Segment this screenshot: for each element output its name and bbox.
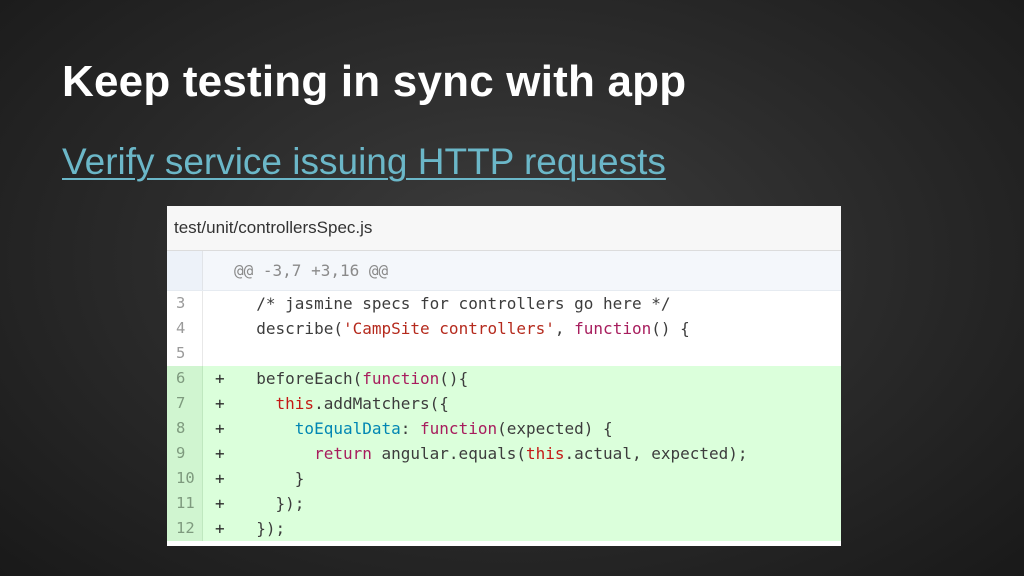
- code-text: /* jasmine specs for controllers go here…: [203, 291, 670, 316]
- line-number[interactable]: 7: [167, 391, 203, 416]
- code-token: this: [275, 394, 315, 413]
- code-token: });: [237, 519, 286, 538]
- plus-marker: +: [215, 494, 225, 513]
- code-text: describe('CampSite controllers', functio…: [203, 316, 690, 341]
- line-number[interactable]: 9: [167, 441, 203, 466]
- code-token: (expected) {: [497, 419, 613, 438]
- line-number[interactable]: 5: [167, 341, 203, 366]
- subtitle-link[interactable]: Verify service issuing HTTP requests: [62, 139, 666, 185]
- diff-context-line: 5: [167, 341, 841, 366]
- code-text: + return angular.equals(this.actual, exp…: [203, 441, 748, 466]
- plus-marker: +: [215, 444, 225, 463]
- code-text: + beforeEach(function(){: [203, 366, 468, 391]
- diff-added-line: 6 + beforeEach(function(){: [167, 366, 841, 391]
- diff-file-name[interactable]: test/unit/controllersSpec.js: [167, 206, 841, 251]
- diff-hunk-header: @@ -3,7 +3,16 @@: [234, 261, 389, 280]
- line-number[interactable]: 12: [167, 516, 203, 541]
- code-text: + });: [203, 491, 304, 516]
- diff-added-line: 12 + });: [167, 516, 841, 541]
- plus-marker: +: [215, 394, 225, 413]
- code-text: + }: [203, 466, 304, 491]
- code-token: (){: [439, 369, 469, 388]
- hunk-gutter: [167, 251, 203, 290]
- code-token: .actual, expected);: [564, 444, 748, 463]
- code-token: function: [420, 419, 498, 438]
- code-token: function: [362, 369, 440, 388]
- code-token: .addMatchers({: [314, 394, 449, 413]
- line-number[interactable]: 8: [167, 416, 203, 441]
- plus-marker: +: [215, 369, 225, 388]
- code-token: this: [525, 444, 565, 463]
- code-token: describe(: [237, 319, 343, 338]
- plus-marker: +: [215, 519, 225, 538]
- code-token: 'CampSite controllers': [342, 319, 555, 338]
- diff-added-line: 10 + }: [167, 466, 841, 491]
- code-token: angular.equals(: [371, 444, 526, 463]
- line-number[interactable]: 10: [167, 466, 203, 491]
- line-number[interactable]: 6: [167, 366, 203, 391]
- code-token: function: [574, 319, 652, 338]
- diff-code-lines: 3 /* jasmine specs for controllers go he…: [167, 291, 841, 541]
- code-token: ,: [554, 319, 575, 338]
- line-number[interactable]: 4: [167, 316, 203, 341]
- code-token: toEqualData: [294, 419, 401, 438]
- code-token: beforeEach(: [237, 369, 363, 388]
- diff-added-line: 11 + });: [167, 491, 841, 516]
- code-token: }: [237, 469, 305, 488]
- diff-added-line: 8 + toEqualData: function(expected) {: [167, 416, 841, 441]
- code-text: + this.addMatchers({: [203, 391, 449, 416]
- code-token: return: [314, 444, 372, 463]
- code-diff-panel: test/unit/controllersSpec.js @@ -3,7 +3,…: [167, 206, 841, 546]
- diff-context-line: 3 /* jasmine specs for controllers go he…: [167, 291, 841, 316]
- line-number[interactable]: 3: [167, 291, 203, 316]
- code-token: });: [237, 494, 305, 513]
- code-text: + toEqualData: function(expected) {: [203, 416, 613, 441]
- code-token: /* jasmine specs for controllers go here…: [237, 294, 671, 313]
- diff-context-line: 4 describe('CampSite controllers', funct…: [167, 316, 841, 341]
- diff-added-line: 9 + return angular.equals(this.actual, ex…: [167, 441, 841, 466]
- plus-marker: +: [215, 419, 225, 438]
- code-text: + });: [203, 516, 285, 541]
- diff-added-line: 7 + this.addMatchers({: [167, 391, 841, 416]
- code-token: :: [400, 419, 421, 438]
- code-token: () {: [651, 319, 690, 338]
- line-number[interactable]: 11: [167, 491, 203, 516]
- slide-title: Keep testing in sync with app: [62, 57, 687, 106]
- diff-hunk-row[interactable]: @@ -3,7 +3,16 @@: [167, 251, 841, 291]
- plus-marker: +: [215, 469, 225, 488]
